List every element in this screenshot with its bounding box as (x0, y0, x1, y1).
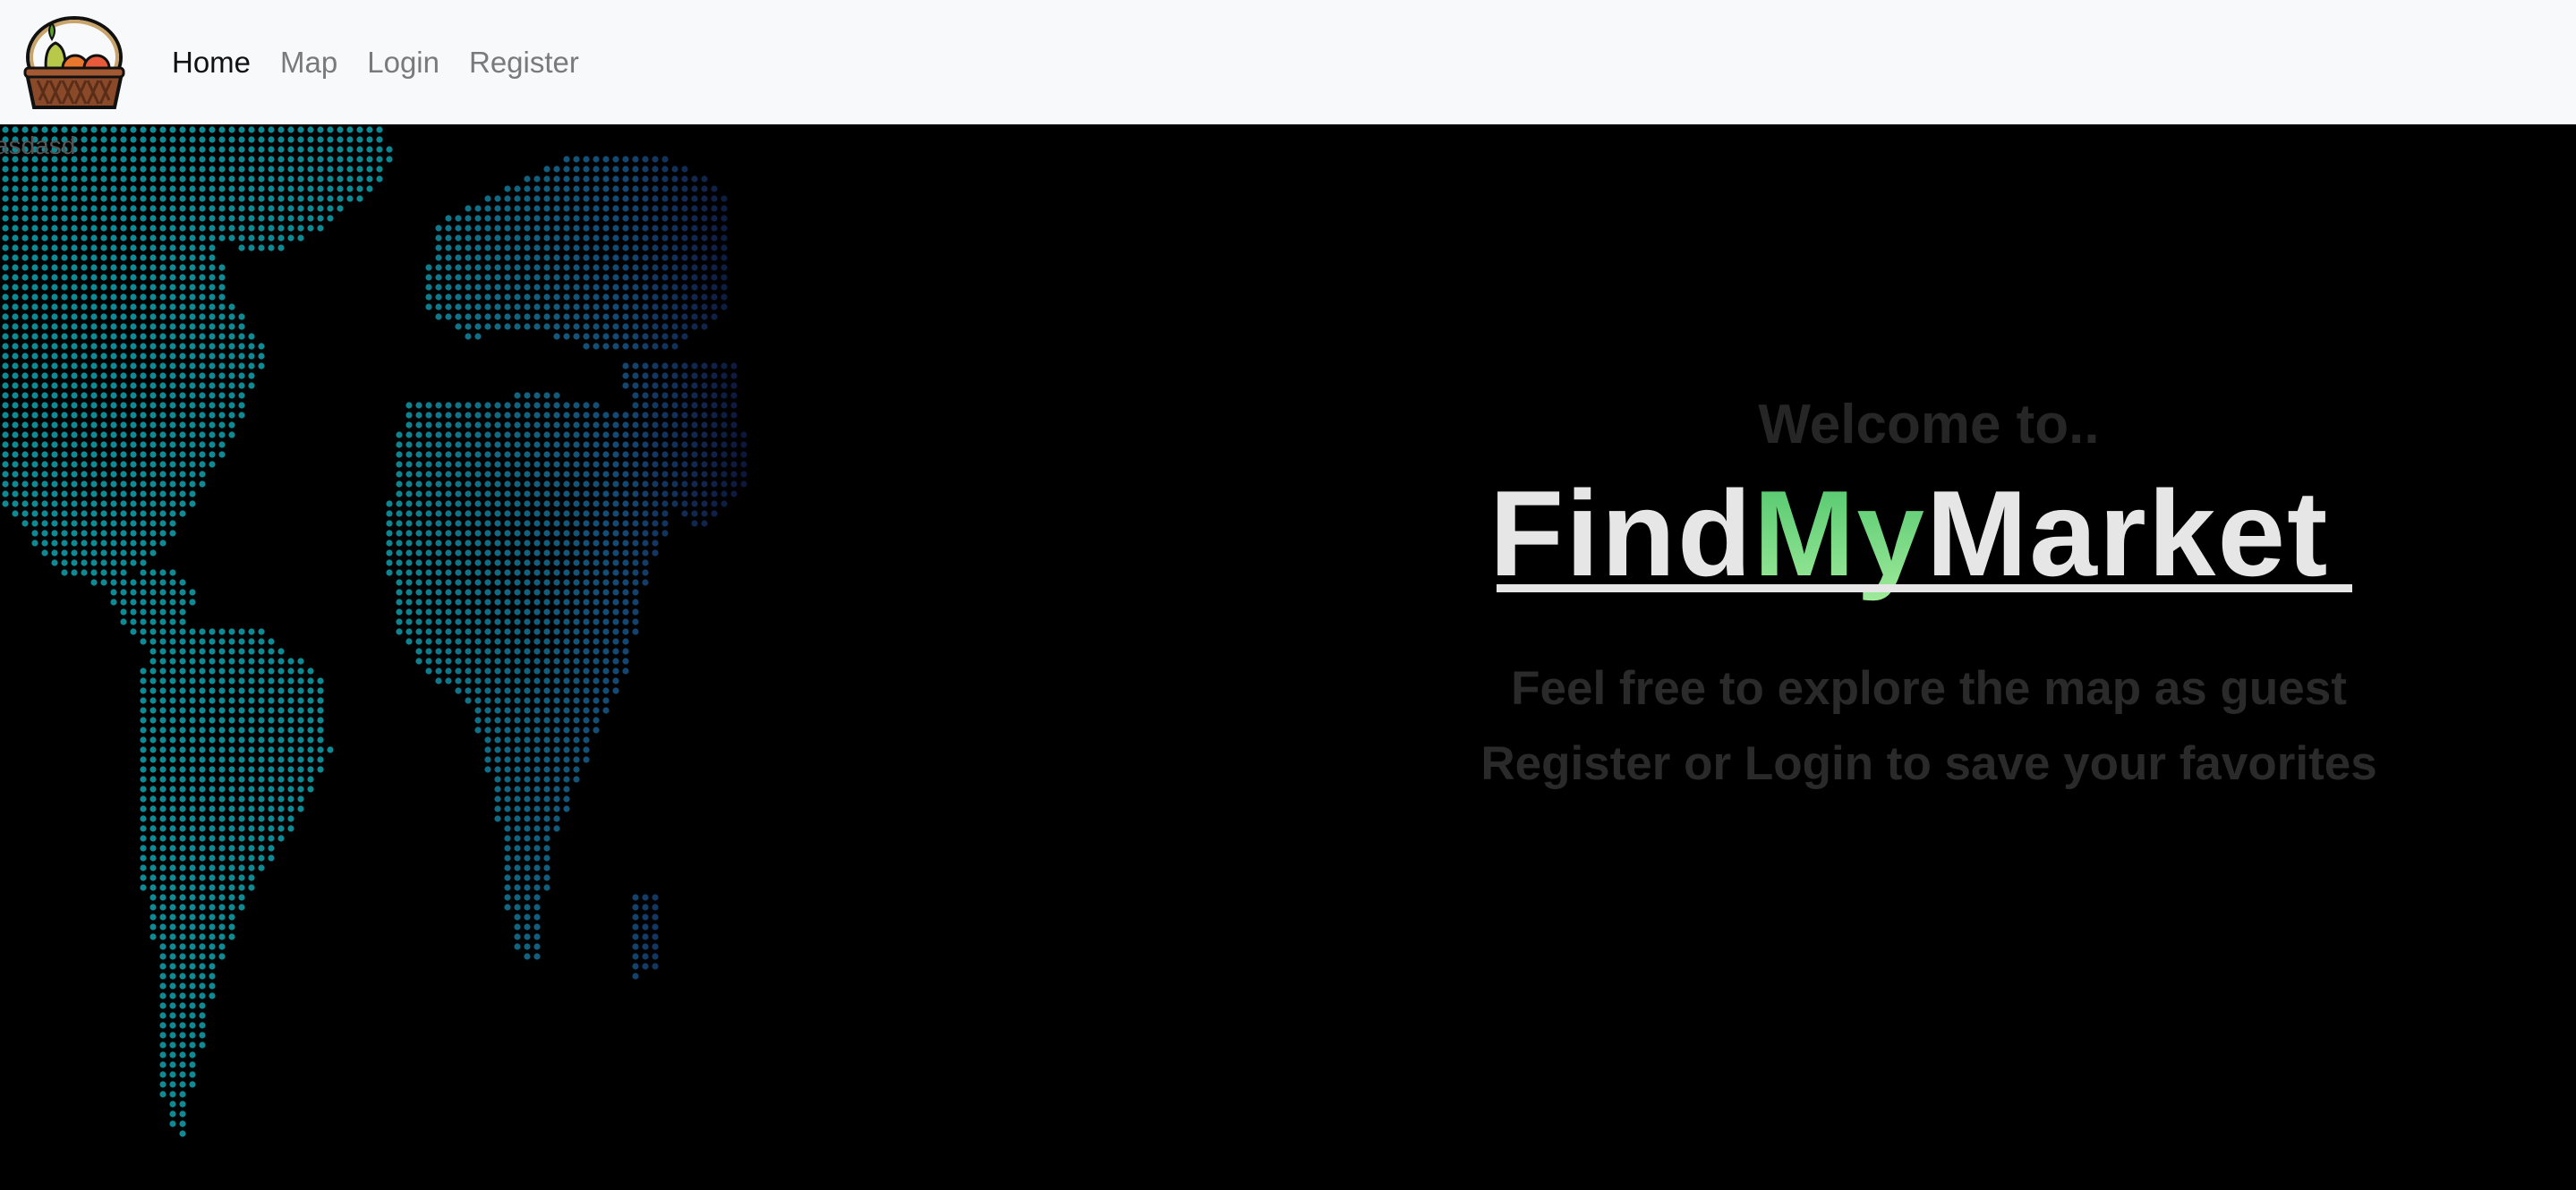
navbar: Home Map Login Register (0, 0, 2576, 124)
fruit-basket-icon[interactable] (20, 13, 129, 113)
nav-link-map[interactable]: Map (280, 46, 337, 80)
nav-link-register[interactable]: Register (469, 46, 579, 80)
nav-link-login[interactable]: Login (367, 46, 439, 80)
stray-text: asdasd (0, 132, 76, 159)
brand-market: Market (1926, 470, 2329, 601)
tagline-register: Register or Login to save your favorites (1480, 737, 2377, 790)
nav-link-home[interactable]: Home (172, 46, 251, 80)
tagline-explore: Feel free to explore the map as guest (1511, 662, 2347, 715)
brand-find: Find (1489, 470, 1753, 601)
dotted-world-map (2, 126, 747, 1137)
main-nav: Home Map Login Register (172, 0, 609, 124)
welcome-heading: Welcome to.. (1758, 394, 2100, 455)
svg-text:FindMyMarket: FindMyMarket (1489, 470, 2329, 601)
brand-my: My (1753, 470, 1926, 601)
brand-title: FindMyMarket (1486, 465, 2372, 604)
hero-section: asdasd Welcome to.. FindMyMarket Feel fr… (0, 124, 2576, 1190)
brand-underline (1497, 584, 2352, 592)
